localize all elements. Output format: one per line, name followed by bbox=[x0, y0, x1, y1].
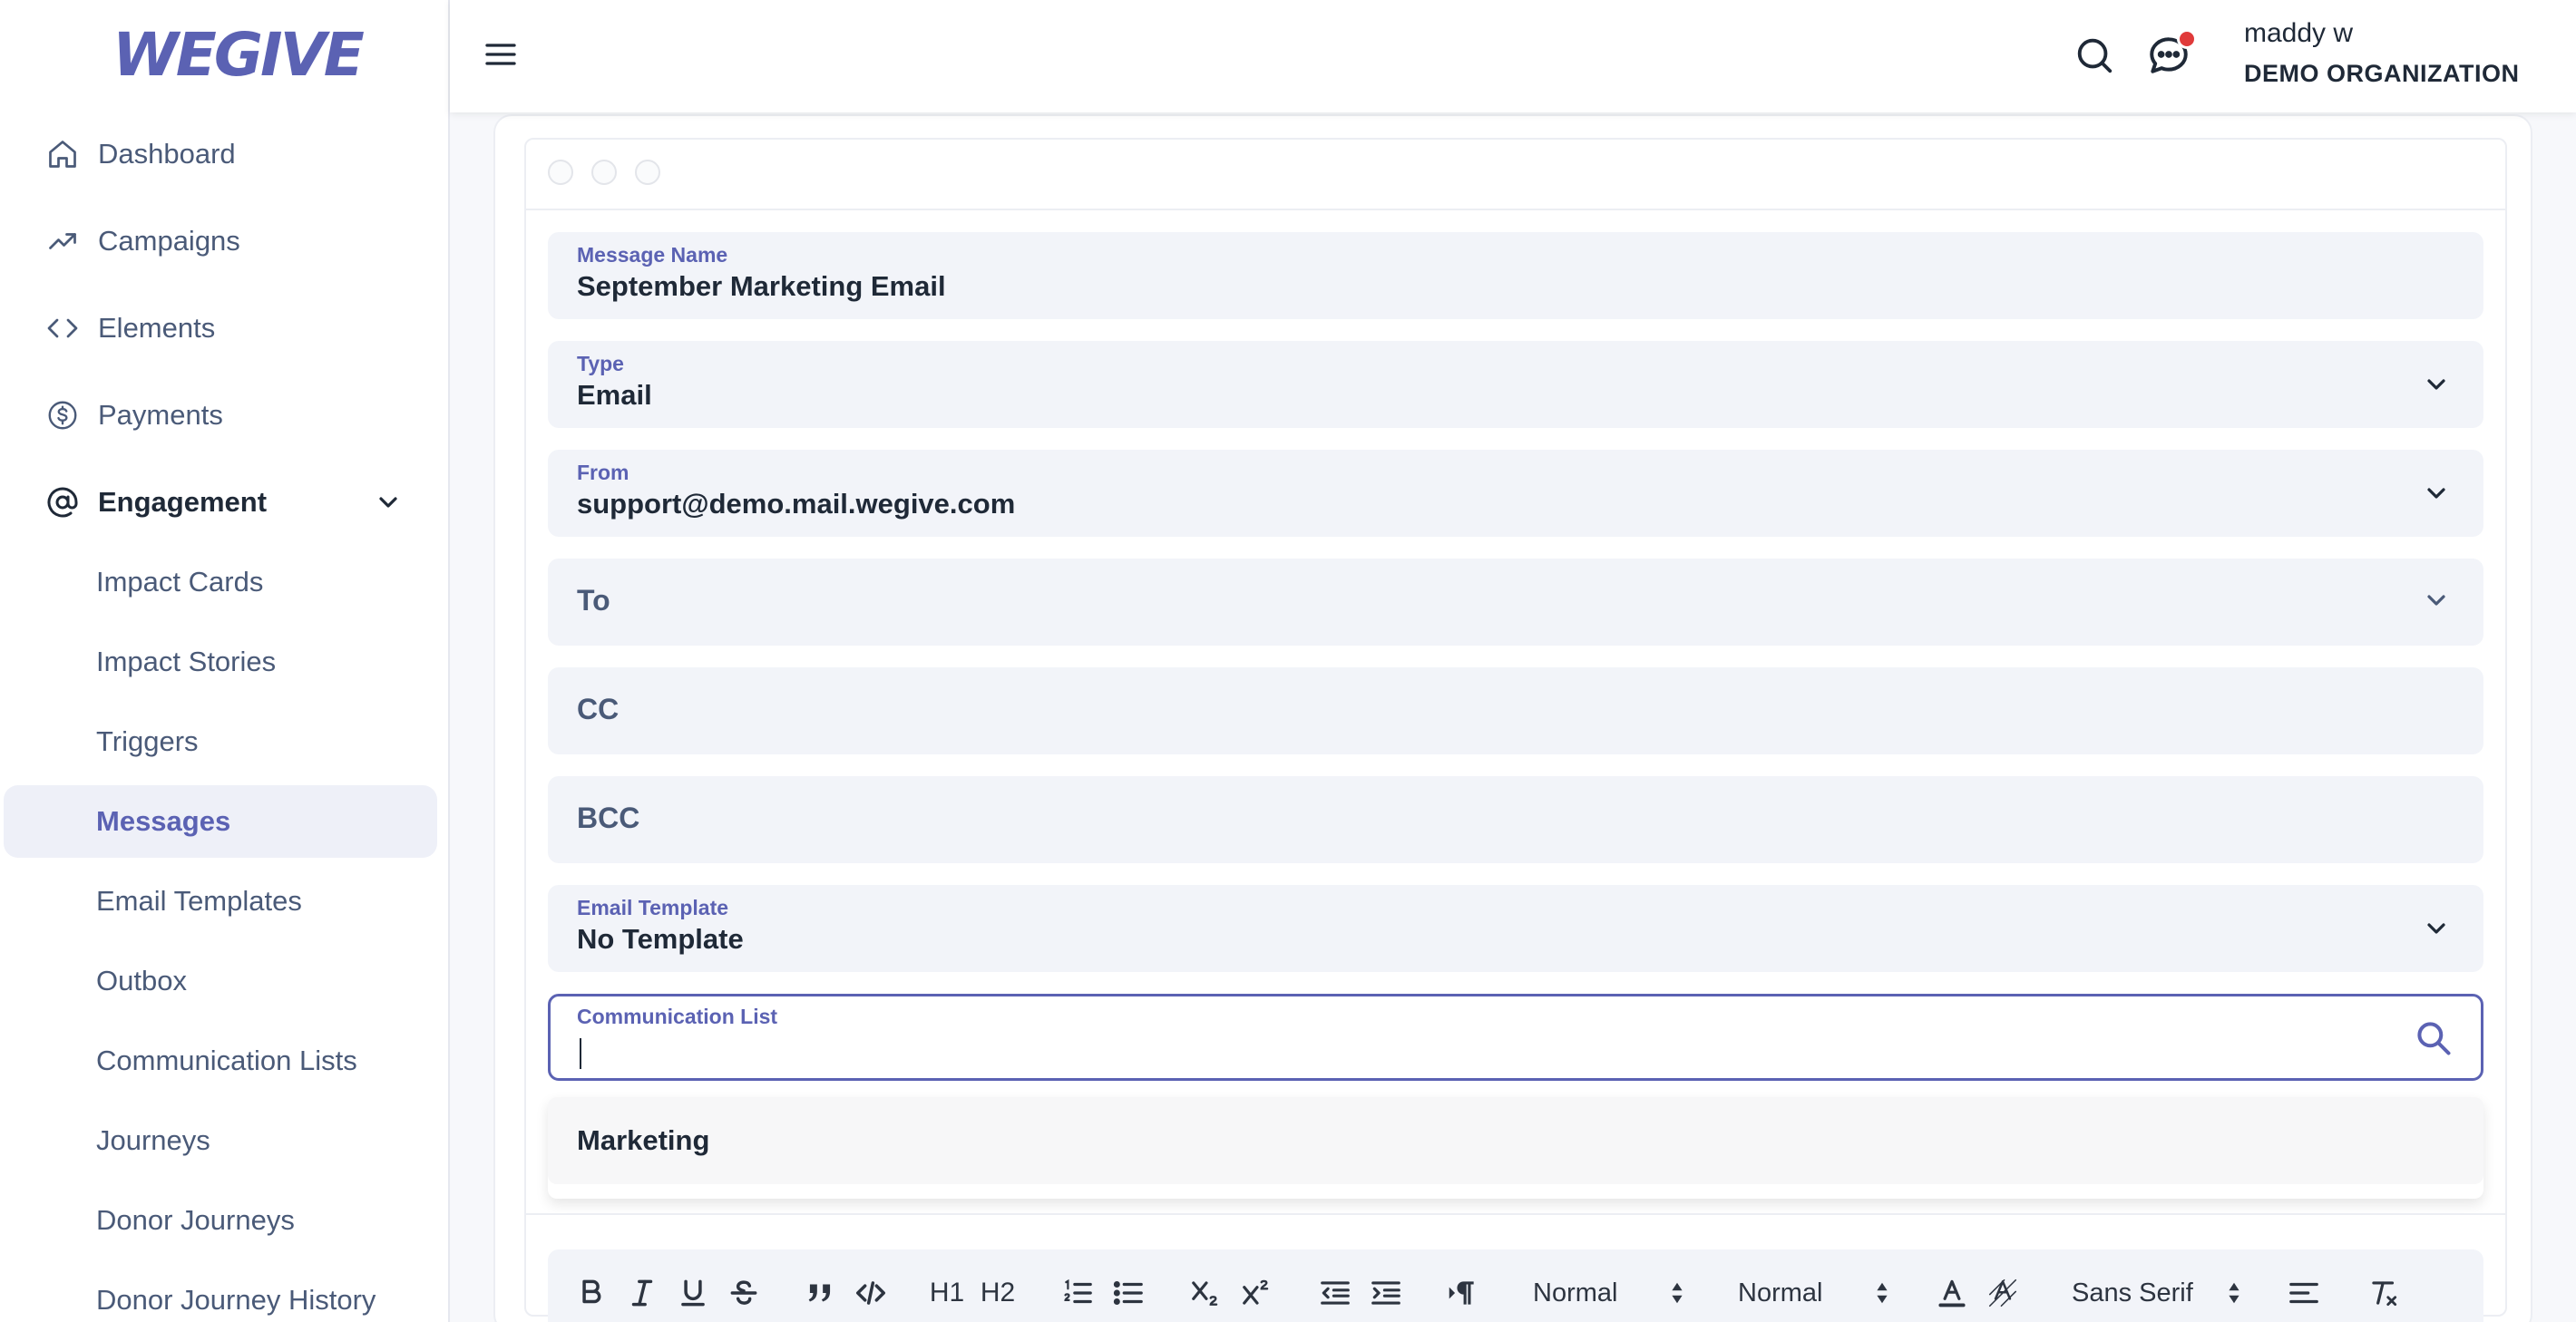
field-label: From bbox=[577, 461, 629, 484]
heading2-button[interactable]: H2 bbox=[980, 1273, 1016, 1313]
heading1-button[interactable]: H1 bbox=[929, 1273, 965, 1313]
strikethrough-button[interactable] bbox=[726, 1273, 762, 1313]
field-placeholder: BCC bbox=[577, 802, 640, 834]
from-select[interactable]: From support@demo.mail.wegive.com bbox=[548, 450, 2483, 537]
cc-field[interactable]: CC bbox=[548, 667, 2483, 754]
wegive-logo[interactable]: WEGIVE bbox=[112, 20, 365, 90]
chevron-down-icon bbox=[379, 497, 397, 508]
field-label: Communication List bbox=[577, 1005, 778, 1028]
underline-button[interactable] bbox=[675, 1273, 711, 1313]
communication-list-dropdown: Marketing bbox=[548, 1097, 2483, 1199]
font-select[interactable]: Sans Serif bbox=[2072, 1273, 2242, 1313]
header-select[interactable]: Normal bbox=[1738, 1273, 1890, 1313]
code-icon bbox=[45, 311, 80, 345]
field-value: September Marketing Email bbox=[577, 270, 946, 302]
sidebar-item-email-templates[interactable]: Email Templates bbox=[4, 865, 437, 938]
window-minimize-dot[interactable] bbox=[591, 160, 617, 185]
chevron-down-icon bbox=[2427, 923, 2445, 934]
notification-badge bbox=[2177, 29, 2197, 49]
search-icon[interactable] bbox=[2073, 34, 2115, 76]
communication-list-input[interactable]: Communication List bbox=[548, 994, 2483, 1081]
bold-button[interactable] bbox=[573, 1273, 610, 1313]
sidebar-item-label: Elements bbox=[98, 312, 216, 344]
sidebar-item-label: Payments bbox=[98, 399, 223, 431]
field-label: Message Name bbox=[577, 243, 728, 267]
field-placeholder: To bbox=[577, 584, 610, 617]
sidebar-item-impact-stories[interactable]: Impact Stories bbox=[4, 626, 437, 698]
organization-name[interactable]: DEMO ORGANIZATION bbox=[2244, 60, 2519, 88]
italic-button[interactable] bbox=[624, 1273, 660, 1313]
menu-icon[interactable] bbox=[483, 36, 519, 73]
text-direction-icon[interactable] bbox=[1444, 1273, 1480, 1313]
updown-arrows-icon bbox=[1877, 1282, 1888, 1304]
blockquote-button[interactable] bbox=[802, 1273, 838, 1313]
text-caret bbox=[580, 1038, 581, 1069]
dollar-circle-icon bbox=[45, 398, 80, 433]
field-value: Email bbox=[577, 379, 652, 411]
superscript-button[interactable] bbox=[1239, 1273, 1275, 1313]
sidebar-item-payments[interactable]: Payments bbox=[0, 379, 437, 452]
sidebar-item-impact-cards[interactable]: Impact Cards bbox=[4, 546, 437, 618]
field-placeholder: CC bbox=[577, 693, 620, 725]
sidebar: WEGIVE Dashboard Campaigns Elements Paym… bbox=[0, 0, 450, 1322]
sidebar-item-journeys[interactable]: Journeys bbox=[4, 1104, 437, 1177]
sidebar-item-donor-journey-history[interactable]: Donor Journey History bbox=[4, 1264, 437, 1322]
window-close-dot[interactable] bbox=[548, 160, 573, 185]
sidebar-item-outbox[interactable]: Outbox bbox=[4, 945, 437, 1017]
clear-formatting-button[interactable] bbox=[2366, 1273, 2402, 1313]
window-titlebar bbox=[524, 138, 2507, 210]
updown-arrows-icon bbox=[2229, 1282, 2239, 1304]
email-template-select[interactable]: Email Template No Template bbox=[548, 885, 2483, 972]
text-color-button[interactable] bbox=[1934, 1273, 1970, 1313]
at-sign-icon bbox=[45, 485, 80, 520]
search-icon[interactable] bbox=[2414, 1018, 2454, 1058]
size-select[interactable]: Normal bbox=[1533, 1273, 1685, 1313]
select-value: Normal bbox=[1738, 1278, 1823, 1307]
home-icon bbox=[45, 137, 80, 171]
outdent-button[interactable] bbox=[1317, 1273, 1353, 1313]
sidebar-item-engagement[interactable]: Engagement bbox=[0, 466, 437, 539]
select-value: Normal bbox=[1533, 1278, 1618, 1307]
field-value: No Template bbox=[577, 923, 744, 955]
chevron-down-icon bbox=[2427, 488, 2445, 499]
to-select[interactable]: To bbox=[548, 559, 2483, 646]
select-value: Sans Serif bbox=[2072, 1278, 2193, 1307]
code-block-button[interactable] bbox=[853, 1273, 889, 1313]
sidebar-item-messages[interactable]: Messages bbox=[4, 785, 437, 858]
updown-arrows-icon bbox=[1672, 1282, 1683, 1304]
chevron-down-icon bbox=[2427, 379, 2445, 390]
indent-button[interactable] bbox=[1368, 1273, 1404, 1313]
type-select[interactable]: Type Email bbox=[548, 341, 2483, 428]
sidebar-item-label: Engagement bbox=[98, 486, 268, 518]
sidebar-item-triggers[interactable]: Triggers bbox=[4, 705, 437, 778]
sidebar-item-donor-journeys[interactable]: Donor Journeys bbox=[4, 1184, 437, 1257]
bullet-list-button[interactable] bbox=[1110, 1273, 1147, 1313]
ordered-list-button[interactable] bbox=[1059, 1273, 1096, 1313]
dropdown-option-marketing[interactable]: Marketing bbox=[548, 1097, 2483, 1184]
divider bbox=[524, 1213, 2507, 1215]
field-value: support@demo.mail.wegive.com bbox=[577, 488, 1016, 520]
sidebar-item-elements[interactable]: Elements bbox=[0, 292, 437, 365]
bcc-field[interactable]: BCC bbox=[548, 776, 2483, 863]
top-bar: maddy w DEMO ORGANIZATION bbox=[450, 0, 2576, 112]
sidebar-item-campaigns[interactable]: Campaigns bbox=[0, 205, 437, 277]
sidebar-item-dashboard[interactable]: Dashboard bbox=[0, 118, 437, 190]
trending-up-icon bbox=[45, 224, 80, 258]
subscript-button[interactable] bbox=[1188, 1273, 1225, 1313]
user-name[interactable]: maddy w bbox=[2244, 18, 2353, 49]
align-left-button[interactable] bbox=[2286, 1273, 2322, 1313]
window-maximize-dot[interactable] bbox=[635, 160, 660, 185]
sidebar-item-label: Dashboard bbox=[98, 138, 236, 170]
sidebar-item-communication-lists[interactable]: Communication Lists bbox=[4, 1025, 437, 1097]
field-label: Email Template bbox=[577, 896, 729, 919]
message-name-field[interactable]: Message Name September Marketing Email bbox=[548, 232, 2483, 319]
sidebar-item-label: Campaigns bbox=[98, 225, 240, 257]
background-color-button[interactable] bbox=[1985, 1273, 2021, 1313]
chevron-down-icon bbox=[2427, 595, 2445, 606]
field-label: Type bbox=[577, 352, 624, 375]
